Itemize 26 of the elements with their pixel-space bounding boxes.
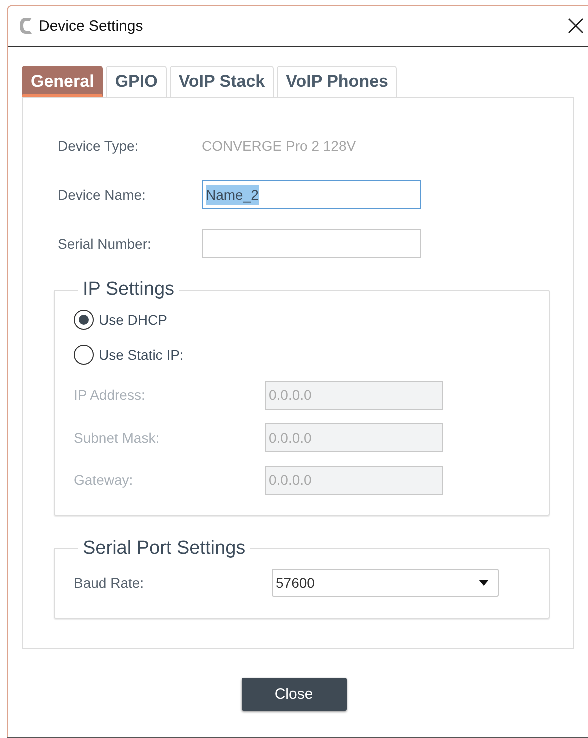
tab[interactable]: VoIP Phones <box>277 66 398 97</box>
radio-button[interactable]: Use DHCP <box>74 308 168 332</box>
radio-icon[interactable] <box>74 310 94 330</box>
app-logo-icon <box>19 17 33 35</box>
tab[interactable]: VoIP Stack <box>170 66 274 97</box>
close-button[interactable]: Close <box>242 678 346 710</box>
input-field[interactable] <box>202 229 421 258</box>
field-label: Device Type: <box>58 138 140 154</box>
input-field[interactable]: Name_2 <box>202 180 421 209</box>
field-label: Device Name: <box>58 186 147 202</box>
window-title: Device Settings <box>39 18 144 34</box>
close-icon[interactable] <box>568 18 584 34</box>
tab[interactable]: GPIO <box>106 66 167 97</box>
field-label: Subnet Mask: <box>74 430 161 446</box>
dropdown-caret-icon <box>479 580 489 586</box>
group-title: Serial Port Settings <box>82 536 247 560</box>
field-label: Serial Number: <box>58 236 152 252</box>
field-label: Baud Rate: <box>74 575 146 591</box>
field-label: IP Address: <box>74 387 146 403</box>
field-label: Gateway: <box>74 472 134 488</box>
radio-button[interactable]: Use Static IP: <box>74 343 184 367</box>
field-value: CONVERGE Pro 2 128V <box>202 138 356 154</box>
baud-rate-dropdown[interactable]: 57600 <box>272 569 499 597</box>
group-title: IP Settings <box>82 278 176 302</box>
radio-icon[interactable] <box>74 345 94 365</box>
tab[interactable]: General <box>22 66 104 97</box>
